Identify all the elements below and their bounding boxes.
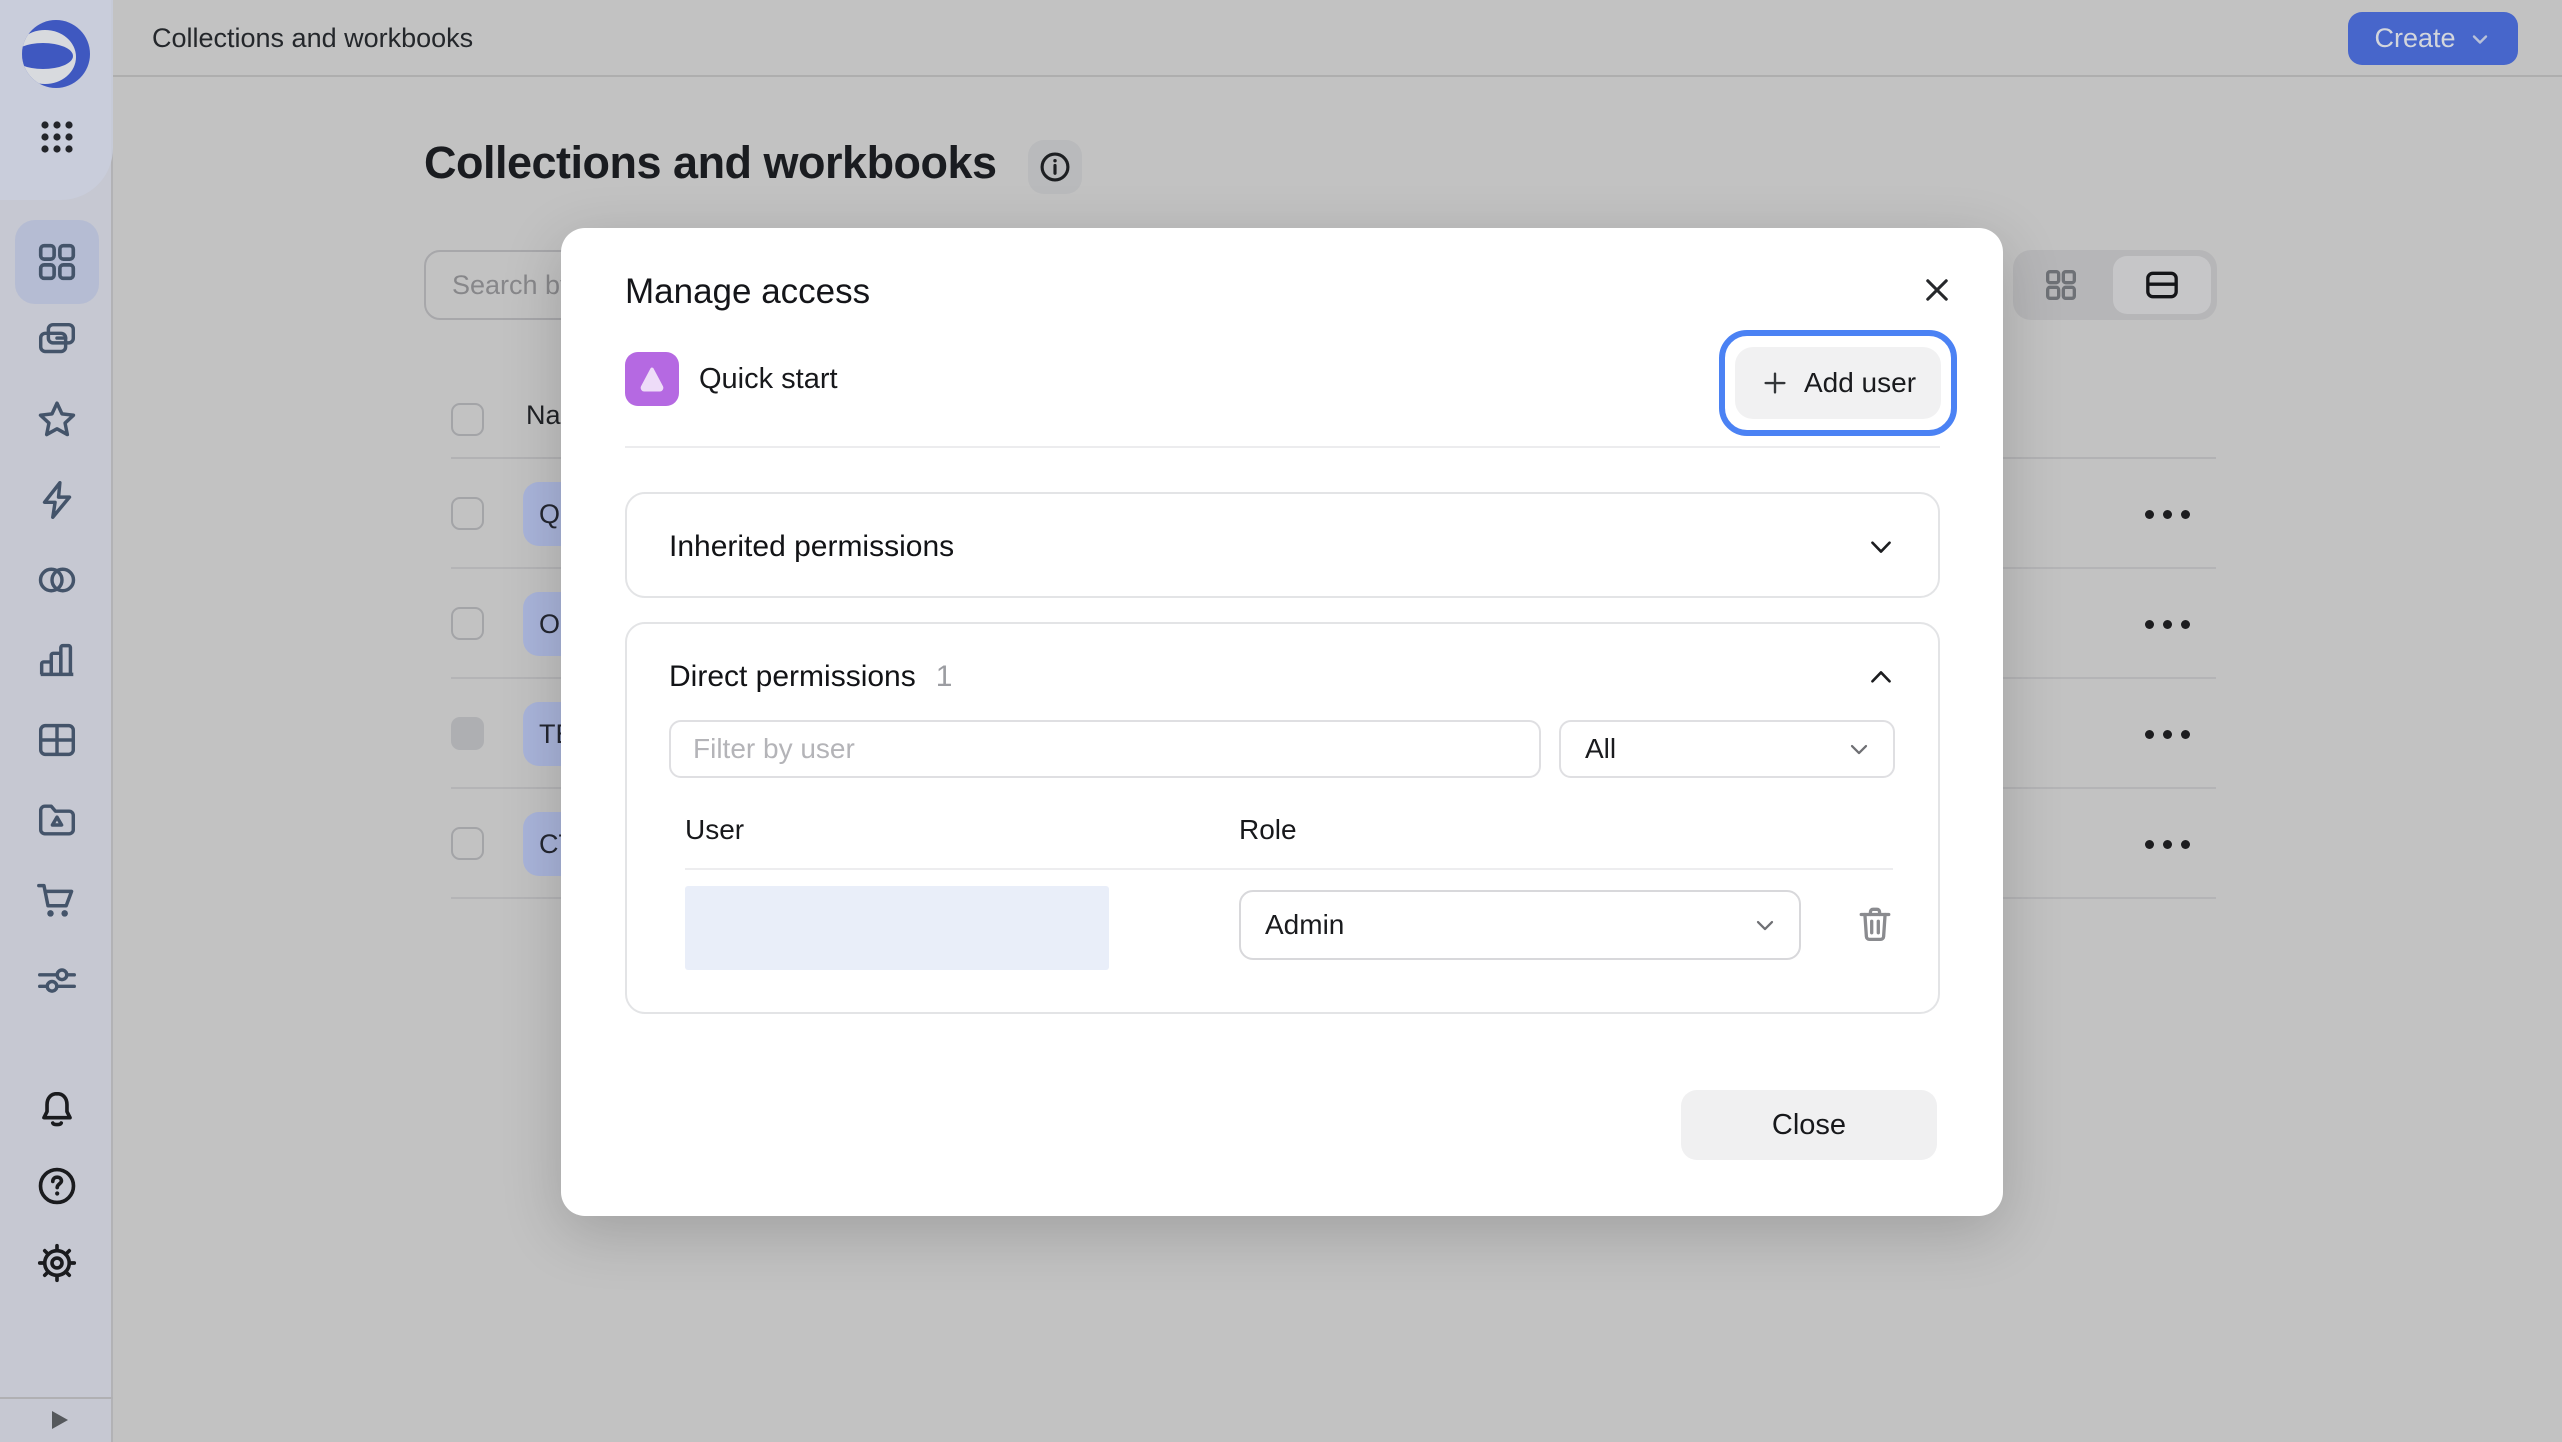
bell-icon[interactable] (34, 1087, 80, 1133)
role-select-value: Admin (1241, 909, 1751, 941)
list-view-icon (2142, 265, 2182, 305)
row-checkbox[interactable] (451, 497, 484, 530)
view-toggle (2013, 250, 2217, 320)
workbook-icon (625, 352, 679, 406)
direct-permissions-title: Direct permissions1 (669, 660, 952, 694)
chevron-up-icon[interactable] (1864, 660, 1898, 694)
sidebar-item-favorites-star-icon[interactable] (34, 397, 80, 443)
topbar: Collections and workbooks Create (113, 0, 2562, 77)
row-checkbox[interactable] (451, 717, 484, 750)
list-view-active-segment[interactable] (2113, 256, 2211, 314)
chevron-down-icon (2468, 27, 2492, 51)
sidebar-item-collections-grid-icon[interactable] (34, 239, 80, 285)
direct-permissions-panel: Direct permissions1 All User Role Admin (625, 622, 1940, 1014)
manage-access-modal: Manage access Quick start Add user Inher… (561, 228, 2003, 1216)
datalens-logo-icon[interactable] (21, 19, 91, 89)
sidebar-item-table-icon[interactable] (34, 717, 80, 763)
add-user-label: Add user (1804, 367, 1916, 399)
row-menu-ellipsis-icon[interactable] (2145, 500, 2215, 528)
row-menu-ellipsis-icon[interactable] (2145, 610, 2215, 638)
chevron-down-icon (1751, 911, 1779, 939)
page-title: Collections and workbooks (424, 137, 997, 189)
help-icon[interactable] (34, 1163, 80, 1209)
info-icon[interactable] (1028, 140, 1082, 194)
inherited-permissions-title: Inherited permissions (669, 530, 954, 564)
gear-icon[interactable] (34, 1240, 80, 1286)
create-button-label: Create (2374, 23, 2455, 54)
sidebar-item-linked-circles-icon[interactable] (34, 557, 80, 603)
sidebar-item-cart-icon[interactable] (34, 877, 80, 923)
inherited-permissions-panel[interactable]: Inherited permissions (625, 492, 1940, 598)
sidebar (0, 0, 113, 1442)
modal-divider (625, 446, 1940, 448)
chevron-down-icon[interactable] (1864, 530, 1898, 564)
permissions-table-divider (685, 868, 1893, 870)
trash-icon[interactable] (1853, 902, 1897, 946)
row-checkbox[interactable] (451, 607, 484, 640)
permission-type-select-value: All (1561, 733, 1845, 765)
sidebar-footer-divider (0, 1397, 113, 1399)
chevron-down-icon (1845, 735, 1873, 763)
user-name-redacted (685, 886, 1109, 970)
expand-sidebar-icon[interactable] (46, 1407, 72, 1433)
screen: Collections and workbooks Create Collect… (0, 0, 2562, 1442)
plus-icon (1760, 368, 1790, 398)
permission-type-select[interactable]: All (1559, 720, 1895, 778)
breadcrumb[interactable]: Collections and workbooks (152, 0, 473, 77)
create-button[interactable]: Create (2348, 12, 2518, 65)
role-column-header: Role (1239, 814, 1297, 846)
modal-title: Manage access (625, 272, 870, 312)
grid-view-icon[interactable] (2041, 265, 2081, 305)
sidebar-item-sliders-icon[interactable] (34, 957, 80, 1003)
sidebar-item-lightning-icon[interactable] (34, 477, 80, 523)
entity-name: Quick start (699, 352, 838, 406)
close-icon[interactable] (1913, 266, 1961, 314)
role-select[interactable]: Admin (1239, 890, 1801, 960)
row-menu-ellipsis-icon[interactable] (2145, 830, 2215, 858)
filter-by-user-input[interactable] (669, 720, 1541, 778)
user-column-header: User (685, 814, 744, 846)
row-checkbox[interactable] (451, 827, 484, 860)
select-all-checkbox[interactable] (451, 403, 484, 436)
sidebar-item-folder-cloud-icon[interactable] (34, 797, 80, 843)
row-menu-ellipsis-icon[interactable] (2145, 720, 2215, 748)
add-user-focus-ring: Add user (1719, 330, 1957, 436)
add-user-button[interactable]: Add user (1735, 347, 1941, 419)
sidebar-item-folders-icon[interactable] (34, 317, 80, 363)
apps-grid-icon[interactable] (37, 117, 77, 157)
direct-permissions-count: 1 (936, 660, 953, 693)
sidebar-item-bar-chart-icon[interactable] (34, 637, 80, 683)
close-button[interactable]: Close (1681, 1090, 1937, 1160)
